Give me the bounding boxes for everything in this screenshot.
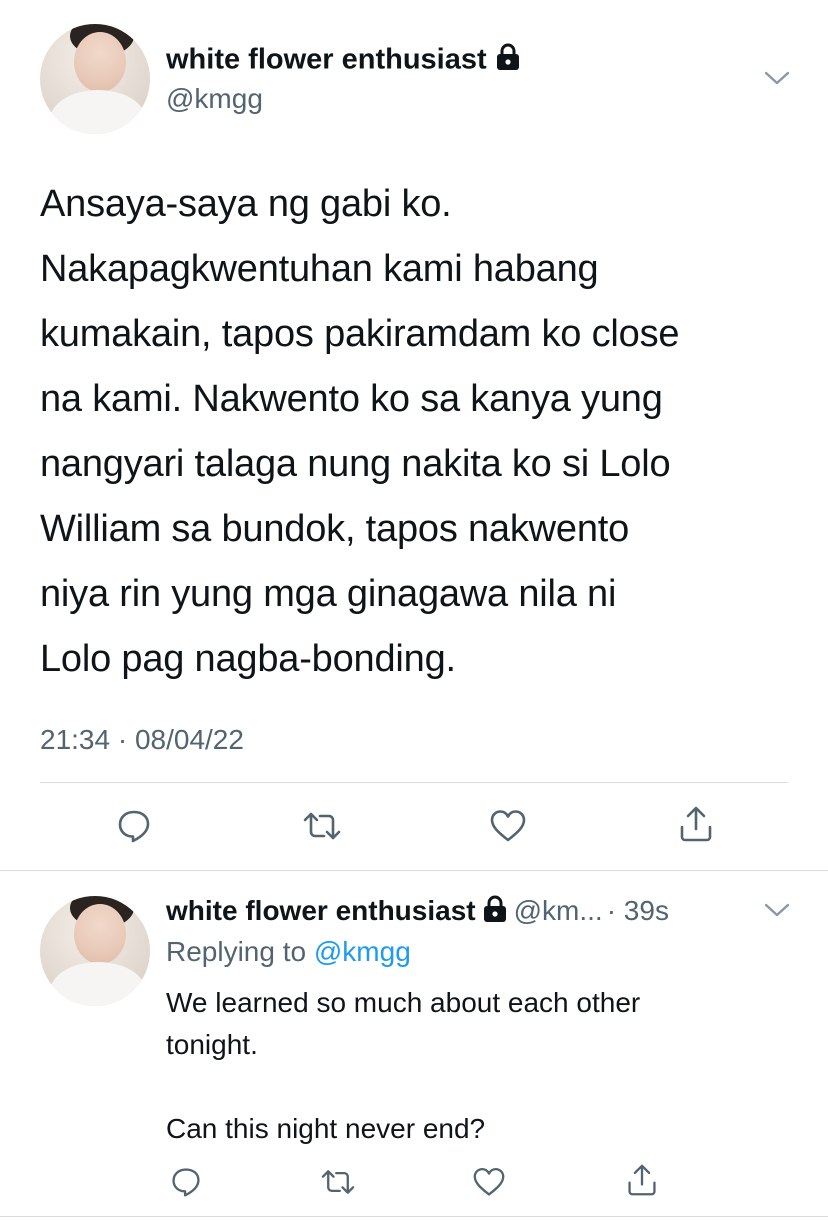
reply-share-button[interactable] xyxy=(618,1156,666,1204)
tweet-text-line: Lolo pag nagba-bonding. xyxy=(40,638,456,680)
reply-button[interactable] xyxy=(110,802,158,850)
heart-icon xyxy=(490,810,526,842)
share-button[interactable] xyxy=(672,800,720,848)
reply-text-line: We learned so much about each other xyxy=(166,987,641,1018)
tweet-text-line: Nakapagkwentuhan kami habang xyxy=(40,248,599,290)
lock-icon xyxy=(495,42,521,80)
avatar-face xyxy=(74,904,126,964)
tweet-text-line: na kami. Nakwento ko sa kanya yung xyxy=(40,378,663,420)
divider xyxy=(0,870,828,871)
divider xyxy=(40,782,788,783)
reply-like-button[interactable] xyxy=(465,1158,513,1206)
reply-author-avatar[interactable] xyxy=(40,896,150,1006)
retweet-button[interactable] xyxy=(298,802,346,850)
tweet-text-line: William sa bundok, tapos nakwento xyxy=(40,508,630,550)
reply-author-handle[interactable]: @km... xyxy=(514,894,603,928)
comment-icon xyxy=(118,810,150,843)
author-display-name[interactable]: white flower enthusiast xyxy=(166,42,521,80)
tweet-text: Ansaya-saya ng gabi ko. Nakapagkwentuhan… xyxy=(40,172,800,692)
tweet-text-line: niya rin yung mga ginagawa nila ni xyxy=(40,573,617,615)
retweet-icon xyxy=(321,1170,355,1194)
tweet-text-line: nangyari talaga nung nakita ko si Lolo xyxy=(40,443,671,485)
chevron-down-icon xyxy=(764,71,790,85)
reply-more-options-button[interactable] xyxy=(760,896,794,924)
like-button[interactable] xyxy=(484,802,532,850)
replying-to-label: Replying to xyxy=(166,936,307,967)
author-handle[interactable]: @kmgg xyxy=(166,82,263,116)
reply-header: white flower enthusiast @km... · 39s xyxy=(166,893,669,929)
share-icon xyxy=(628,1164,656,1196)
reply-text-line: tonight. xyxy=(166,1029,258,1060)
retweet-icon xyxy=(303,812,341,840)
tweet-timestamp[interactable]: 21:34 · 08/04/22 xyxy=(40,722,244,758)
reply-time-ago[interactable]: · 39s xyxy=(607,894,669,928)
avatar-shirt xyxy=(50,962,146,1006)
replying-to-handle-link[interactable]: @kmgg xyxy=(314,936,411,967)
tweet-text-line: kumakain, tapos pakiramdam ko close xyxy=(40,313,680,355)
avatar-shirt xyxy=(50,90,146,134)
reply-author-display-name[interactable]: white flower enthusiast xyxy=(166,894,476,928)
lock-icon xyxy=(482,894,508,929)
replying-to: Replying to @kmgg xyxy=(166,934,411,970)
reply-retweet-button[interactable] xyxy=(314,1158,362,1206)
author-avatar[interactable] xyxy=(40,24,150,134)
more-options-button[interactable] xyxy=(760,64,794,92)
comment-icon xyxy=(172,1168,200,1197)
chevron-down-icon xyxy=(764,903,790,917)
heart-icon xyxy=(473,1167,505,1196)
reply-reply-button[interactable] xyxy=(162,1158,210,1206)
avatar-face xyxy=(74,32,126,92)
divider xyxy=(0,1216,828,1217)
tweet-text-line: Ansaya-saya ng gabi ko. xyxy=(40,183,452,225)
reply-text-line: Can this night never end? xyxy=(166,1113,486,1144)
share-icon xyxy=(680,806,712,842)
